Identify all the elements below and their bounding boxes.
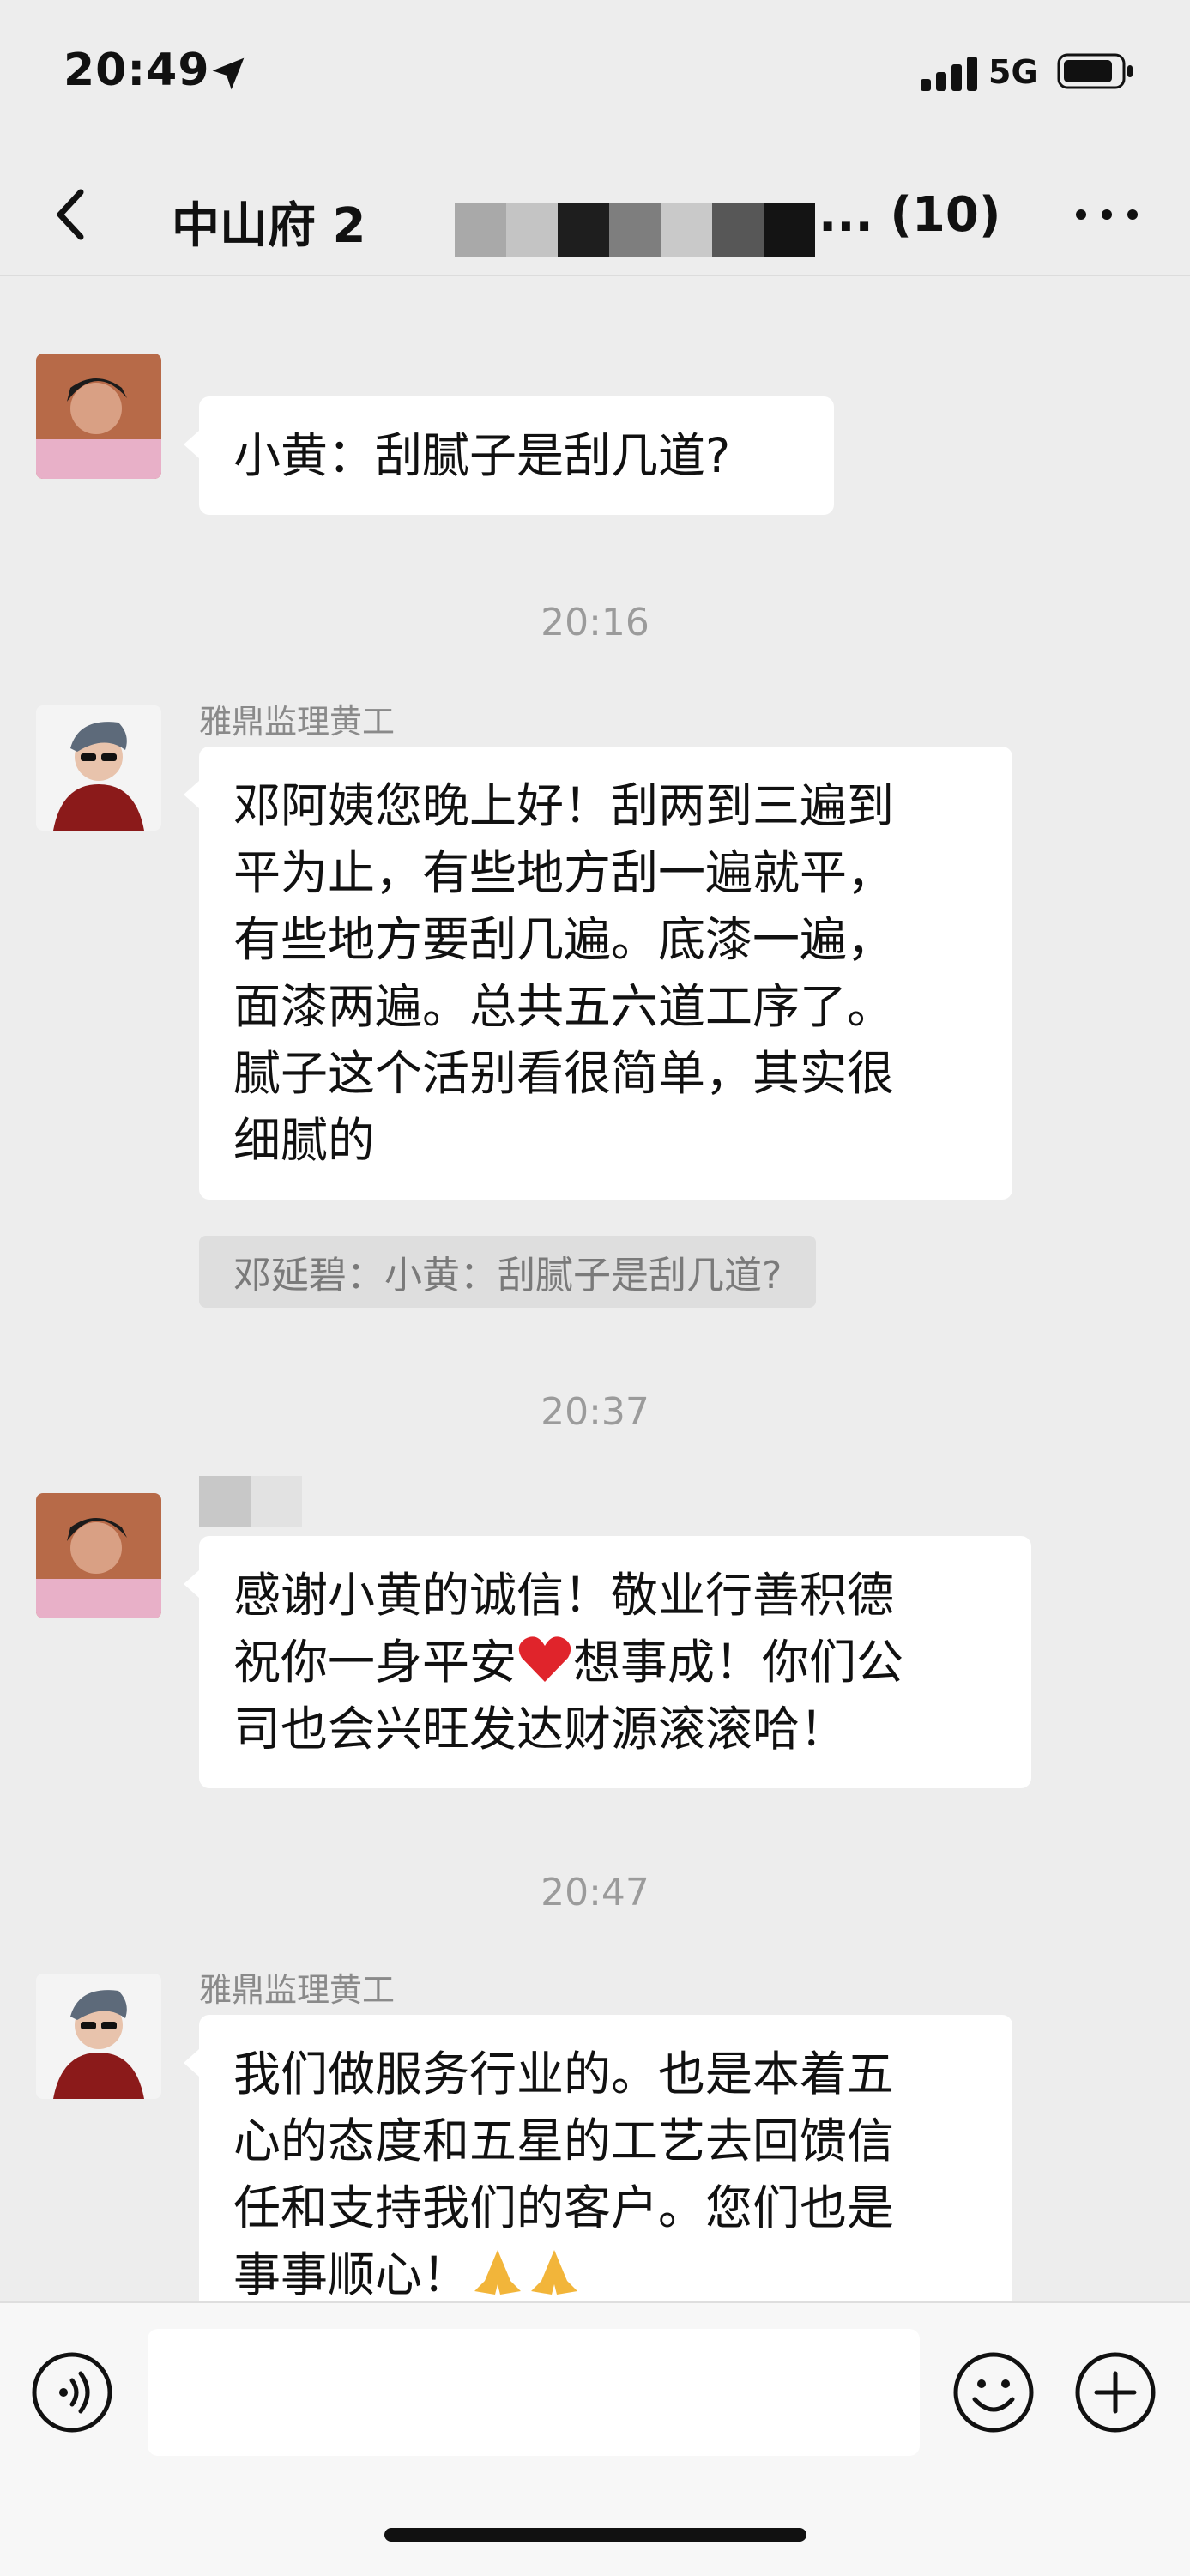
message-fragment: 事事顺心！ bbox=[233, 2247, 470, 2301]
message-bubble[interactable]: 我们做服务行业的。也是本着五 心的态度和五星的工艺去回馈信 任和支持我们的客户。… bbox=[184, 2015, 1012, 2301]
message-line: 腻子这个活别看很简单，其实很 bbox=[233, 1046, 895, 1101]
message-line: 任和支持我们的客户。您们也是 bbox=[233, 2180, 895, 2235]
sender-name: 雅鼎监理黄工 bbox=[199, 1971, 396, 2009]
avatar-woman-image bbox=[36, 1493, 161, 1618]
timestamp: 20:16 bbox=[541, 601, 649, 644]
battery-icon bbox=[1057, 53, 1133, 89]
message-line: 面漆两遍。总共五六道工序了。 bbox=[233, 979, 895, 1034]
avatar[interactable] bbox=[36, 1493, 161, 1618]
avatar[interactable] bbox=[36, 705, 161, 831]
message-line: 我们做服务行业的。也是本着五 bbox=[233, 2047, 895, 2101]
message-line: 细腻的 bbox=[233, 1113, 376, 1168]
status-time: 20:49 bbox=[63, 45, 210, 96]
plus-icon[interactable] bbox=[1074, 2351, 1157, 2434]
message-bubble[interactable]: 小黄：刮腻子是刮几道? bbox=[184, 396, 834, 515]
message-fragment: 想事成！你们公 bbox=[573, 1635, 904, 1690]
avatar-man-image bbox=[36, 1974, 161, 2099]
emoji-icon[interactable] bbox=[952, 2351, 1035, 2434]
folded-hands-icon bbox=[474, 2250, 522, 2295]
chat-header: 中山府 2 ... (10) bbox=[0, 154, 1190, 276]
chat-title[interactable]: 中山府 2 bbox=[172, 187, 365, 257]
message-line: 心的态度和五星的工艺去回馈信 bbox=[233, 2113, 895, 2168]
sender-name: 雅鼎监理黄工 bbox=[199, 703, 396, 741]
message-line: 平为止，有些地方刮一遍就平， bbox=[233, 845, 895, 900]
message-bubble[interactable]: 邓阿姨您晚上好！刮两到三遍到 平为止，有些地方刮一遍就平， 有些地方要刮几遍。底… bbox=[184, 747, 1012, 1200]
message-line: 邓阿姨您晚上好！刮两到三遍到 bbox=[233, 778, 895, 833]
avatar[interactable] bbox=[36, 354, 161, 479]
message-text: 小黄：刮腻子是刮几道? bbox=[233, 428, 731, 483]
avatar-man-image bbox=[36, 705, 161, 831]
message-line: 感谢小黄的诚信！敬业行善积德 bbox=[233, 1568, 895, 1623]
message-bubble[interactable]: 感谢小黄的诚信！敬业行善积德 祝你一身平安 想事成！你们公 司也会兴旺发达财源滚滚… bbox=[184, 1536, 1031, 1788]
member-count: ... (10) bbox=[819, 187, 1001, 243]
input-bar bbox=[0, 2301, 1190, 2576]
message-line: 司也会兴旺发达财源滚滚哈！ bbox=[233, 1702, 848, 1757]
timestamp: 20:47 bbox=[541, 1871, 649, 1914]
chevron-left-icon[interactable] bbox=[46, 180, 98, 249]
folded-hands-icon bbox=[531, 2250, 578, 2295]
voice-icon[interactable] bbox=[31, 2351, 113, 2434]
network-type: 5G bbox=[988, 53, 1038, 91]
message-line: 有些地方要刮几遍。底漆一遍， bbox=[233, 912, 895, 967]
red-heart-icon bbox=[518, 1636, 571, 1682]
avatar[interactable] bbox=[36, 1974, 161, 2099]
message-line: 祝你一身平安 想事成！你们公 bbox=[233, 1629, 997, 1696]
message-list[interactable]: 小黄：刮腻子是刮几道? 20:16 雅鼎监理黄工 邓阿姨您晚上好！刮两到三遍到 … bbox=[0, 276, 1190, 2301]
status-bar: 20:49 5G bbox=[0, 0, 1190, 154]
message-line: 事事顺心！ bbox=[233, 2241, 978, 2301]
location-arrow-icon bbox=[212, 57, 245, 90]
more-dots-icon[interactable] bbox=[1072, 206, 1141, 223]
redacted-title-block bbox=[455, 203, 815, 257]
timestamp: 20:37 bbox=[541, 1390, 649, 1434]
home-indicator[interactable] bbox=[384, 2528, 806, 2542]
avatar-woman-image bbox=[36, 354, 161, 479]
message-fragment: 祝你一身平安 bbox=[233, 1635, 517, 1690]
message-input[interactable] bbox=[148, 2329, 920, 2456]
quoted-message[interactable]: 邓延碧：小黄：刮腻子是刮几道? bbox=[199, 1236, 817, 1308]
sender-name-blurred bbox=[199, 1476, 302, 1527]
signal-icon bbox=[921, 57, 977, 91]
